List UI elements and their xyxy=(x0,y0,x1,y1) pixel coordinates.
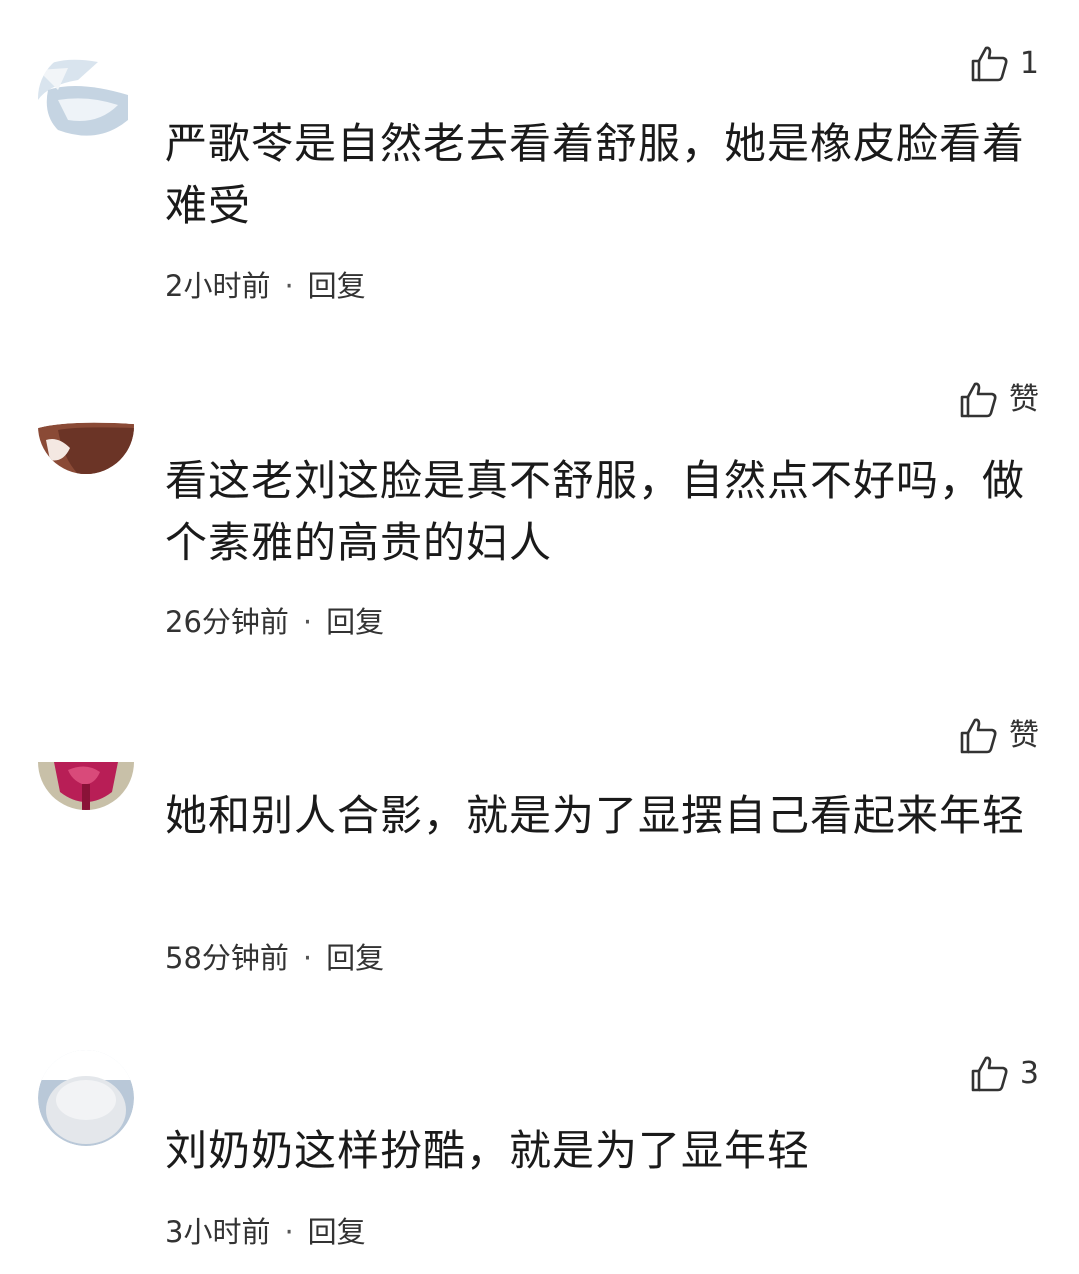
like-count: 3 xyxy=(1019,1056,1039,1091)
comment-text: 刘奶奶这样扮酷，就是为了显年轻 xyxy=(165,1126,811,1175)
thumbs-up-icon xyxy=(971,1056,1008,1092)
comment-meta: 3小时前 · 回复 xyxy=(165,1214,366,1250)
separator-dot: · xyxy=(284,1215,294,1249)
reply-button[interactable]: 回复 xyxy=(308,1214,366,1250)
comment-item: 3 刘奶奶这样扮酷，就是为了显年轻 3小时前 · 回复 xyxy=(0,0,1079,1274)
like-button[interactable]: 3 xyxy=(970,1054,1039,1094)
avatar[interactable] xyxy=(38,1050,134,1146)
timestamp: 3小时前 xyxy=(165,1215,271,1249)
